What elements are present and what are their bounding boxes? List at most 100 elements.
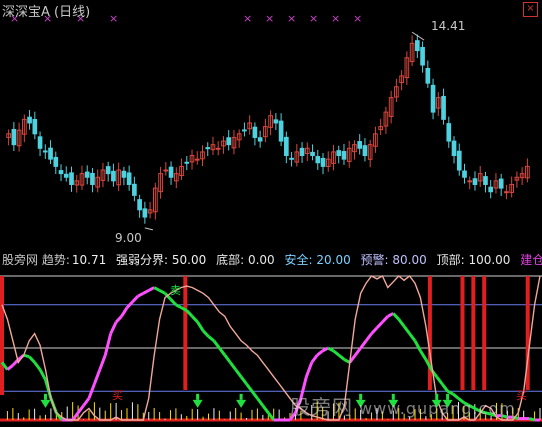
- candle-body: [53, 156, 59, 167]
- osc-segment: [229, 361, 237, 371]
- stock-name: 深深宝A: [2, 5, 50, 20]
- candle-body: [11, 129, 17, 146]
- candle-body: [488, 186, 494, 193]
- candle-body: [137, 199, 142, 211]
- buy-signal-label-1: 买: [112, 389, 123, 402]
- osc-segment: [148, 286, 155, 292]
- candle-body: [205, 147, 211, 150]
- osc-segment: [304, 361, 314, 378]
- osc-segment: [23, 353, 30, 359]
- candle-body: [483, 176, 488, 185]
- low-pointer: [144, 227, 153, 231]
- osc-segment: [435, 375, 444, 385]
- osc-segment: [28, 355, 36, 364]
- candle-body: [441, 95, 446, 120]
- candle-body: [430, 84, 436, 113]
- green-arrow-0: [40, 399, 51, 408]
- candle-body: [242, 129, 247, 132]
- osc-segment: [359, 339, 368, 349]
- osc-segment: [142, 289, 150, 295]
- candle-body: [132, 183, 137, 196]
- candle-body: [289, 157, 294, 160]
- osc-segment: [218, 347, 227, 357]
- green-arrow-stem-0: [43, 393, 47, 400]
- osc-segment: [158, 289, 166, 295]
- candle-body: [58, 170, 64, 175]
- top-marker-3: ×: [109, 12, 118, 25]
- osc-segment: [212, 339, 221, 349]
- top-marker-6: ×: [287, 12, 296, 25]
- candle-body: [32, 118, 38, 135]
- candle-body: [257, 137, 263, 142]
- candle-body: [336, 150, 342, 157]
- osc-segment: [375, 321, 384, 329]
- candle-body: [111, 170, 116, 182]
- osc-segment: [343, 358, 351, 364]
- window-title: 深深宝A (日线): [2, 1, 90, 20]
- green-arrow-2: [236, 399, 247, 408]
- candle-body: [184, 161, 190, 164]
- candle-body: [121, 170, 127, 178]
- buy-signal-label-2: 买: [516, 389, 527, 402]
- osc-segment: [234, 368, 243, 378]
- osc-segment: [120, 306, 129, 318]
- osc-segment: [354, 347, 362, 357]
- candle-body: [315, 156, 321, 164]
- candle-body: [462, 170, 467, 178]
- osc-segment: [115, 315, 123, 324]
- watermark-url: www.gupang.com: [359, 399, 516, 418]
- candle-body: [357, 141, 363, 149]
- indicator-name: 股旁网 趋势:: [2, 253, 70, 267]
- close-icon[interactable]: ×: [523, 2, 538, 17]
- candle-body: [252, 126, 258, 138]
- warn-level-label: 预警: 80.00: [360, 253, 427, 267]
- candle-body: [84, 171, 90, 178]
- osc-segment: [92, 369, 102, 385]
- osc-segment: [337, 354, 346, 361]
- osc-segment: [76, 404, 85, 414]
- candle-body: [163, 169, 169, 172]
- build-position-label: 建仓: [520, 253, 542, 267]
- strength-line-label: 强弱分界: 50.00: [116, 253, 207, 267]
- red-signal-bar-4: [482, 276, 487, 390]
- osc-segment: [381, 315, 389, 324]
- osc-segment: [387, 312, 394, 318]
- candle-body: [320, 157, 326, 167]
- osc-segment: [528, 417, 535, 422]
- osc-segment: [131, 295, 139, 303]
- top-level-label: 顶部: 100.00: [436, 253, 511, 267]
- trend-value: 10.71: [71, 253, 107, 267]
- red-signal-bar-1: [427, 276, 432, 390]
- candle-body: [226, 137, 232, 146]
- candle-body: [37, 136, 43, 149]
- candle-body: [42, 150, 48, 153]
- candle-body: [446, 123, 452, 142]
- osc-segment: [316, 349, 324, 357]
- indicator-header: 股旁网 趋势: 10.71 强弱分界: 50.00 底部: 0.00 安全: 20…: [2, 251, 542, 268]
- top-marker-5: ×: [265, 12, 274, 25]
- osc-segment: [98, 354, 107, 371]
- candle-body: [215, 147, 221, 150]
- osc-segment: [109, 321, 118, 335]
- price-candlestick-chart: × × × × × × × × × ×: [6, 12, 530, 231]
- osc-segment: [82, 397, 91, 407]
- candle-body: [27, 116, 32, 124]
- osc-segment: [408, 332, 417, 342]
- osc-segment: [332, 349, 340, 357]
- candle-body: [415, 40, 420, 52]
- low-price-label: 9.00: [115, 231, 142, 245]
- top-marker-4: ×: [243, 12, 252, 25]
- osc-segment: [196, 321, 205, 332]
- osc-segment: [239, 375, 248, 385]
- osc-segment: [207, 335, 215, 342]
- watermark: 股旁网 www.gupang.com: [290, 391, 516, 420]
- osc-segment: [370, 326, 379, 335]
- candle-body: [105, 166, 111, 175]
- green-arrow-1: [192, 399, 203, 408]
- green-arrow-stem-1: [196, 393, 200, 400]
- green-arrow-stem-2: [239, 393, 243, 400]
- osc-segment: [125, 300, 134, 309]
- osc-segment: [402, 325, 411, 335]
- red-signal-bar-2: [460, 276, 465, 390]
- osc-segment: [223, 354, 232, 364]
